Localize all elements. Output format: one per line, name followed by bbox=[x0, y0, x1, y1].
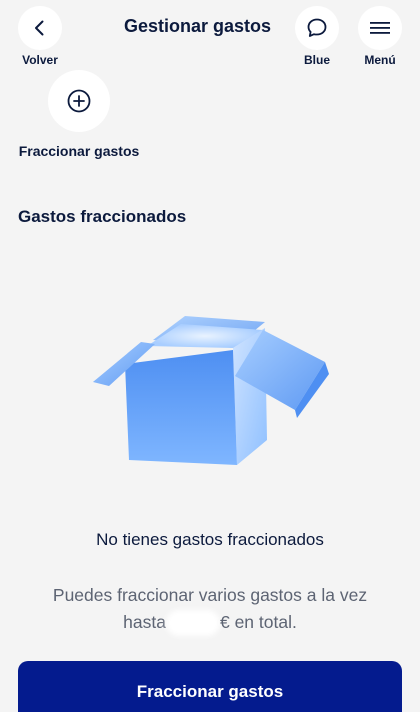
top-bar: Volver Gestionar gastos Blue Menú bbox=[0, 0, 420, 72]
back-button-circle[interactable] bbox=[18, 6, 62, 50]
fraccionar-action-label: Fraccionar gastos bbox=[18, 143, 140, 159]
fraccionar-gastos-action[interactable]: Fraccionar gastos bbox=[18, 70, 140, 159]
back-label: Volver bbox=[22, 53, 58, 67]
chevron-left-icon bbox=[35, 20, 44, 36]
empty-state-description: Puedes fraccionar varios gastos a la vez… bbox=[40, 582, 380, 636]
empty-desc-line1: Puedes fraccionar varios gastos a la vez bbox=[52, 585, 368, 605]
page-title: Gestionar gastos bbox=[124, 16, 272, 36]
fraccionar-gastos-button[interactable]: Fraccionar gastos bbox=[18, 661, 402, 712]
back-button[interactable]: Volver bbox=[15, 6, 65, 67]
blue-assistant-button[interactable]: Blue bbox=[292, 6, 342, 67]
empty-desc-suffix: € en total. bbox=[219, 612, 297, 632]
redacted-amount bbox=[169, 614, 216, 633]
empty-state-title: No tienes gastos fraccionados bbox=[96, 530, 324, 549]
menu-label: Menú bbox=[364, 53, 396, 67]
screen: Volver Gestionar gastos Blue Menú Fracci… bbox=[0, 0, 420, 712]
blue-button-circle[interactable] bbox=[295, 6, 339, 50]
fraccionar-action-circle[interactable] bbox=[48, 70, 110, 132]
open-box-illustration bbox=[93, 316, 329, 465]
menu-button[interactable]: Menú bbox=[355, 6, 405, 67]
chat-bubble-icon bbox=[307, 18, 327, 37]
hamburger-menu-icon bbox=[370, 22, 390, 34]
empty-desc-prefix: hasta bbox=[123, 612, 166, 632]
plus-circle-icon bbox=[67, 89, 91, 113]
section-title: Gastos fraccionados bbox=[18, 207, 187, 226]
menu-button-circle[interactable] bbox=[358, 6, 402, 50]
blue-label: Blue bbox=[303, 53, 330, 67]
